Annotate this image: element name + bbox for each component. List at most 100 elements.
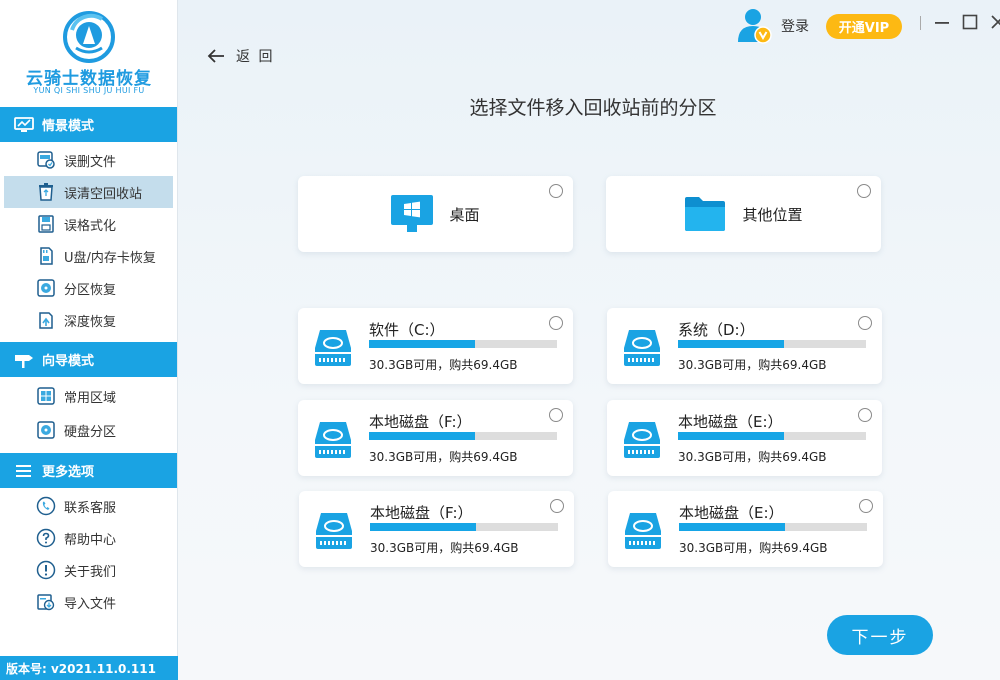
sidebar: 云骑士数据恢复 YUN QI SHI SHU JU HUI FU 情景模式 误删… [0, 0, 178, 680]
sidebar-item-deep-recovery[interactable]: 深度恢复 [4, 304, 173, 336]
sidebar-item-import-file[interactable]: 导入文件 [4, 586, 173, 618]
minimize-icon[interactable] [932, 11, 952, 33]
hard-drive-icon [315, 330, 351, 366]
sidebar-item-label: 深度恢复 [64, 314, 117, 330]
drive-card[interactable]: 本地磁盘（F:） 30.3GB可用，购共69.4GB [298, 400, 573, 476]
radio-button[interactable] [859, 499, 873, 513]
sidebar-item-label: 导入文件 [64, 596, 117, 612]
drive-usage-bar [678, 432, 866, 440]
question-icon [36, 528, 56, 548]
section-scenario-mode: 情景模式 [0, 107, 177, 142]
file-recover-icon [37, 151, 55, 169]
login-link[interactable]: 登录 [781, 16, 809, 36]
location-label: 桌面 [449, 205, 480, 224]
drive-usage-bar [678, 340, 866, 348]
hard-drive-icon [316, 513, 352, 549]
drive-capacity-info: 30.3GB可用，购共69.4GB [370, 541, 519, 555]
drive-card[interactable]: 系统（D:） 30.3GB可用，购共69.4GB [607, 308, 882, 384]
drive-capacity-info: 30.3GB可用，购共69.4GB [678, 358, 827, 372]
radio-button[interactable] [549, 184, 563, 198]
sidebar-item-usb-memory-card[interactable]: U盘/内存卡恢复 [4, 240, 173, 272]
phone-icon [36, 496, 56, 516]
user-avatar-icon[interactable] [735, 6, 773, 44]
sidebar-item-contact-support[interactable]: 联系客服 [4, 490, 173, 522]
sidebar-item-label: 误清空回收站 [64, 186, 143, 202]
partition-icon [37, 279, 55, 297]
section-title: 向导模式 [42, 354, 95, 369]
drive-name: 系统（D:） [678, 321, 755, 339]
knight-logo-icon [63, 11, 115, 63]
radio-button[interactable] [857, 184, 871, 198]
drive-usage-fill [678, 432, 785, 440]
sidebar-item-disk-partition[interactable]: 硬盘分区 [4, 413, 173, 447]
location-card-other[interactable]: 其他位置 [606, 176, 881, 252]
close-icon[interactable] [988, 11, 1000, 33]
sidebar-item-label: 硬盘分区 [64, 424, 117, 440]
page-title: 选择文件移入回收站前的分区 [469, 97, 717, 119]
drive-name: 本地磁盘（F:） [370, 504, 473, 522]
sidebar-item-partition-recovery[interactable]: 分区恢复 [4, 272, 173, 304]
location-card-desktop[interactable]: 桌面 [298, 176, 573, 252]
drive-capacity-info: 30.3GB可用，购共69.4GB [369, 358, 518, 372]
info-icon [36, 560, 56, 580]
sidebar-item-emptied-recycle-bin[interactable]: 误清空回收站 [4, 176, 173, 208]
drive-card[interactable]: 本地磁盘（F:） 30.3GB可用，购共69.4GB [299, 491, 574, 567]
version-label: 版本号: v2021.11.0.111 [0, 656, 178, 680]
windows-icon [37, 387, 55, 405]
drive-usage-fill [370, 523, 477, 531]
open-vip-button[interactable]: 开通VIP [826, 14, 902, 39]
radio-button[interactable] [549, 316, 563, 330]
drive-capacity-info: 30.3GB可用，购共69.4GB [678, 450, 827, 464]
sidebar-item-label: 联系客服 [64, 500, 117, 516]
sidebar-item-common-areas[interactable]: 常用区域 [4, 379, 173, 413]
drive-usage-bar [370, 523, 558, 531]
drive-name: 软件（C:） [369, 321, 445, 339]
section-title: 更多选项 [42, 465, 95, 480]
main-panel: 登录 开通VIP 返 回 选择文件移入回收站前的分区 桌面 其他位置 软件（C:… [178, 0, 1000, 680]
sidebar-item-formatted[interactable]: 误格式化 [4, 208, 173, 240]
drive-usage-fill [369, 340, 476, 348]
sidebar-item-label: 分区恢复 [64, 282, 117, 298]
sidebar-item-deleted-files[interactable]: 误删文件 [4, 144, 173, 176]
radio-button[interactable] [549, 408, 563, 422]
drive-usage-bar [679, 523, 867, 531]
hard-drive-icon [315, 422, 351, 458]
sidebar-item-label: 帮助中心 [64, 532, 117, 548]
title-bar-divider [920, 16, 921, 30]
location-label: 其他位置 [742, 205, 803, 224]
back-button[interactable]: 返 回 [206, 46, 274, 66]
drive-capacity-info: 30.3GB可用，购共69.4GB [679, 541, 828, 555]
recycle-bin-icon [39, 183, 53, 201]
sidebar-item-about-us[interactable]: 关于我们 [4, 554, 173, 586]
drive-name: 本地磁盘（F:） [369, 413, 472, 431]
folder-icon [685, 197, 726, 231]
section-wizard-mode: 向导模式 [0, 342, 177, 377]
signpost-icon [15, 354, 33, 368]
maximize-icon[interactable] [960, 11, 980, 33]
drive-card[interactable]: 软件（C:） 30.3GB可用，购共69.4GB [298, 308, 573, 384]
sidebar-item-label: 常用区域 [64, 390, 117, 406]
section-title: 情景模式 [42, 119, 95, 134]
drive-usage-fill [678, 340, 785, 348]
sidebar-item-help-center[interactable]: 帮助中心 [4, 522, 173, 554]
next-step-button[interactable]: 下一步 [827, 615, 933, 655]
drive-card[interactable]: 本地磁盘（E:） 30.3GB可用，购共69.4GB [608, 491, 883, 567]
radio-button[interactable] [550, 499, 564, 513]
import-icon [37, 594, 55, 611]
menu-icon [16, 464, 31, 477]
sidebar-item-label: 误格式化 [64, 218, 117, 234]
radio-button[interactable] [858, 408, 872, 422]
drive-usage-fill [679, 523, 786, 531]
radio-button[interactable] [858, 316, 872, 330]
drive-usage-bar [369, 340, 557, 348]
desktop-windows-icon [391, 195, 434, 232]
drive-usage-fill [369, 432, 476, 440]
app-name-pinyin: YUN QI SHI SHU JU HUI FU [33, 86, 145, 95]
sidebar-item-label: U盘/内存卡恢复 [64, 250, 156, 266]
deep-recover-icon [39, 312, 53, 329]
drive-name: 本地磁盘（E:） [679, 504, 784, 522]
title-bar: 登录 开通VIP [700, 0, 1000, 50]
hard-disk-icon [37, 421, 55, 439]
back-label: 返 回 [236, 49, 275, 65]
drive-card[interactable]: 本地磁盘（E:） 30.3GB可用，购共69.4GB [607, 400, 882, 476]
